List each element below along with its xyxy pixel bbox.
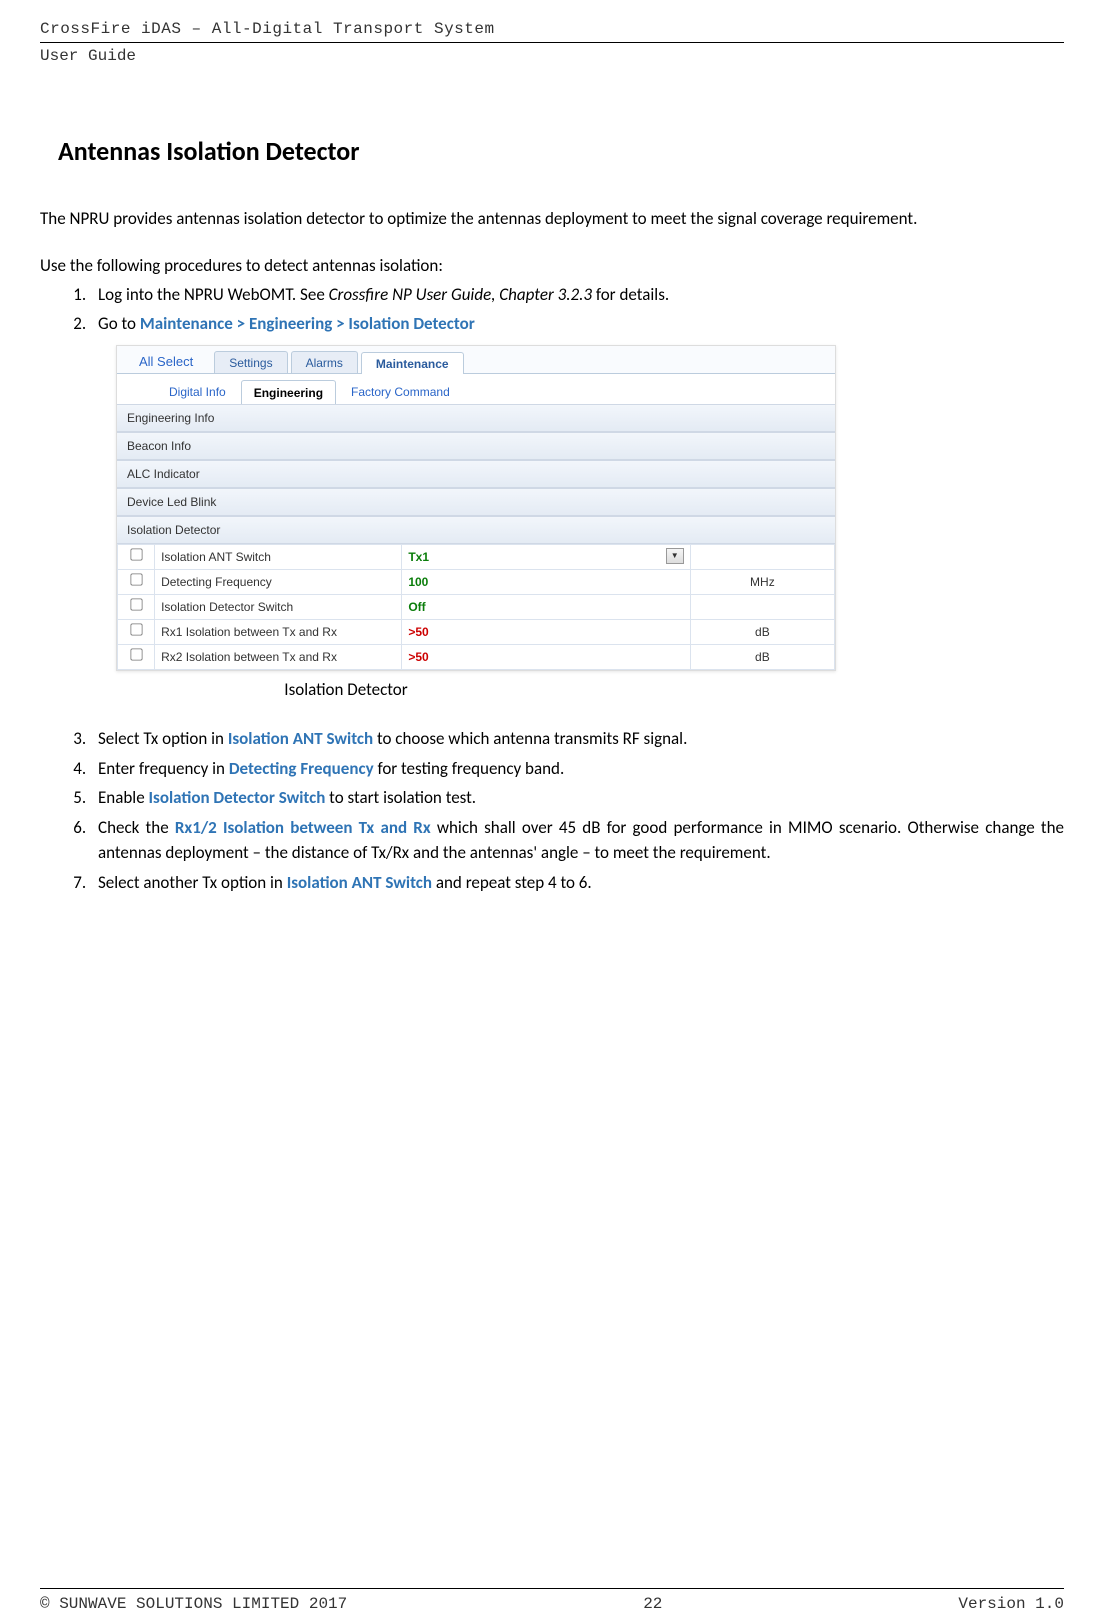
row3-checkbox[interactable]	[130, 598, 142, 610]
row2-label: Detecting Frequency	[155, 569, 402, 594]
page-header: CrossFire iDAS – All-Digital Transport S…	[0, 0, 1104, 65]
row5-checkbox[interactable]	[130, 648, 142, 660]
dropdown-arrow-icon[interactable]: ▼	[666, 548, 684, 564]
row1-value-text: Tx1	[408, 550, 429, 564]
tab-settings[interactable]: Settings	[214, 351, 287, 373]
step7-text-a: Select another Tx option in	[98, 872, 287, 893]
step-6: Check the Rx1/2 Isolation between Tx and…	[90, 815, 1064, 866]
step7-text-c: and repeat step 4 to 6.	[432, 872, 592, 893]
isolation-table: Isolation ANT Switch Tx1 ▼ Detecting Freq…	[117, 544, 835, 670]
row3-label: Isolation Detector Switch	[155, 594, 402, 619]
step4-text-a: Enter frequency in	[98, 758, 229, 779]
row2-value[interactable]: 100	[402, 569, 690, 594]
doc-subtitle: User Guide	[40, 47, 1064, 65]
step6-text-b: Rx1/2 Isolation between Tx and Rx	[175, 817, 431, 838]
row-checkbox-cell	[118, 594, 155, 619]
step5-text-c: to start isolation test.	[325, 787, 476, 808]
step-2: Go to Maintenance > Engineering > Isolat…	[90, 311, 1064, 702]
step7-text-b: Isolation ANT Switch	[287, 872, 432, 893]
table-row: Isolation ANT Switch Tx1 ▼	[118, 544, 835, 569]
row-checkbox-cell	[118, 544, 155, 569]
step5-text-b: Isolation Detector Switch	[149, 787, 326, 808]
row1-value[interactable]: Tx1 ▼	[402, 544, 690, 569]
row3-unit	[690, 594, 834, 619]
row2-unit: MHz	[690, 569, 834, 594]
panel-beacon-info[interactable]: Beacon Info	[117, 432, 835, 460]
footer-page-number: 22	[643, 1595, 662, 1613]
header-divider	[40, 42, 1064, 43]
main-tabs-row: All Select Settings Alarms Maintenance	[117, 346, 835, 374]
procedure-intro: Use the following procedures to detect a…	[40, 255, 1064, 276]
row5-unit: dB	[690, 644, 834, 669]
section-heading: Antennas Isolation Detector	[58, 135, 1064, 167]
intro-paragraph: The NPRU provides antennas isolation det…	[40, 207, 1064, 231]
step4-text-b: Detecting Frequency	[229, 758, 374, 779]
screenshot-caption: Isolation Detector	[116, 677, 576, 703]
row-checkbox-cell	[118, 644, 155, 669]
page-content: Antennas Isolation Detector The NPRU pro…	[0, 65, 1104, 895]
row5-value: >50	[402, 644, 690, 669]
panel-engineering-info[interactable]: Engineering Info	[117, 404, 835, 432]
row-checkbox-cell	[118, 569, 155, 594]
row4-checkbox[interactable]	[130, 623, 142, 635]
panel-list: Engineering Info Beacon Info ALC Indicat…	[117, 404, 835, 670]
table-row: Isolation Detector Switch Off	[118, 594, 835, 619]
step2-text-b: Maintenance > Engineering > Isolation De…	[140, 313, 475, 334]
subtab-factory-command[interactable]: Factory Command	[339, 380, 462, 404]
row1-checkbox[interactable]	[130, 548, 142, 560]
footer-copyright: © SUNWAVE SOLUTIONS LIMITED 2017	[40, 1595, 347, 1613]
subtab-engineering[interactable]: Engineering	[241, 380, 336, 404]
step6-text-a: Check the	[98, 817, 175, 838]
step-4: Enter frequency in Detecting Frequency f…	[90, 756, 1064, 782]
table-row: Rx2 Isolation between Tx and Rx >50 dB	[118, 644, 835, 669]
webomt-screenshot: All Select Settings Alarms Maintenance D…	[116, 345, 836, 671]
tab-maintenance[interactable]: Maintenance	[361, 352, 464, 374]
doc-title: CrossFire iDAS – All-Digital Transport S…	[40, 20, 1064, 38]
row3-value[interactable]: Off	[402, 594, 690, 619]
footer-version: Version 1.0	[958, 1595, 1064, 1613]
step2-text-a: Go to	[98, 313, 140, 334]
step4-text-c: for testing frequency band.	[374, 758, 565, 779]
row1-label: Isolation ANT Switch	[155, 544, 402, 569]
row2-checkbox[interactable]	[130, 573, 142, 585]
sub-tabs-row: Digital Info Engineering Factory Command	[117, 374, 835, 404]
subtab-digital-info[interactable]: Digital Info	[157, 380, 238, 404]
page-footer: © SUNWAVE SOLUTIONS LIMITED 2017 22 Vers…	[0, 1588, 1104, 1613]
step1-text-b: Crossfire NP User Guide, Chapter 3.2.3	[329, 284, 592, 305]
row4-label: Rx1 Isolation between Tx and Rx	[155, 619, 402, 644]
row-checkbox-cell	[118, 619, 155, 644]
step1-text-c: for details.	[592, 284, 669, 305]
tab-alarms[interactable]: Alarms	[291, 351, 358, 373]
panel-alc-indicator[interactable]: ALC Indicator	[117, 460, 835, 488]
table-row: Detecting Frequency 100 MHz	[118, 569, 835, 594]
panel-device-led-blink[interactable]: Device Led Blink	[117, 488, 835, 516]
step-1: Log into the NPRU WebOMT. See Crossfire …	[90, 282, 1064, 308]
step-5: Enable Isolation Detector Switch to star…	[90, 785, 1064, 811]
step-7: Select another Tx option in Isolation AN…	[90, 870, 1064, 896]
row4-value: >50	[402, 619, 690, 644]
row4-unit: dB	[690, 619, 834, 644]
row5-label: Rx2 Isolation between Tx and Rx	[155, 644, 402, 669]
step1-text-a: Log into the NPRU WebOMT. See	[98, 284, 329, 305]
step3-text-c: to choose which antenna transmits RF sig…	[373, 728, 687, 749]
panel-isolation-detector[interactable]: Isolation Detector	[117, 516, 835, 544]
step3-text-b: Isolation ANT Switch	[228, 728, 373, 749]
step5-text-a: Enable	[98, 787, 149, 808]
row1-unit	[690, 544, 834, 569]
all-select-link[interactable]: All Select	[135, 351, 211, 373]
footer-row: © SUNWAVE SOLUTIONS LIMITED 2017 22 Vers…	[40, 1595, 1064, 1613]
footer-divider	[40, 1588, 1064, 1589]
step-3: Select Tx option in Isolation ANT Switch…	[90, 726, 1064, 752]
step3-text-a: Select Tx option in	[98, 728, 228, 749]
table-row: Rx1 Isolation between Tx and Rx >50 dB	[118, 619, 835, 644]
procedure-list: Log into the NPRU WebOMT. See Crossfire …	[40, 282, 1064, 896]
